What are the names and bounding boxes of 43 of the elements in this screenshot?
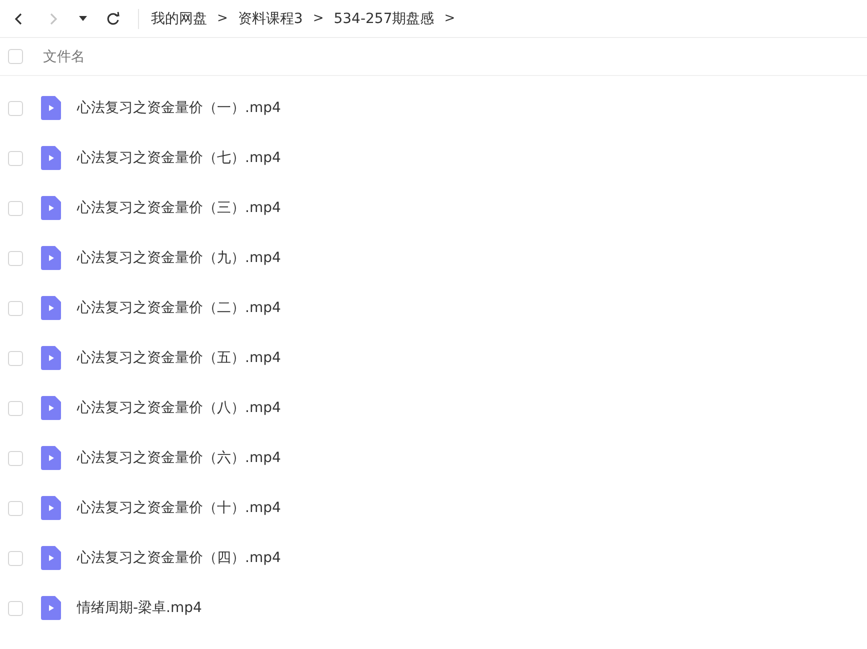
file-name[interactable]: 心法复习之资金量价（七）.mp4	[77, 149, 281, 167]
refresh-icon	[105, 10, 121, 26]
checkbox[interactable]	[8, 400, 23, 416]
video-file-icon	[41, 196, 61, 220]
column-title: 文件名	[43, 48, 85, 66]
file-name[interactable]: 心法复习之资金量价（三）.mp4	[77, 199, 281, 217]
video-file-icon	[41, 296, 61, 320]
checkbox[interactable]	[8, 300, 23, 316]
file-name[interactable]: 心法复习之资金量价（九）.mp4	[77, 249, 281, 267]
checkbox[interactable]	[8, 600, 23, 616]
video-file-icon	[41, 446, 61, 470]
checkbox[interactable]	[8, 350, 23, 366]
breadcrumb-separator: >	[444, 11, 456, 26]
video-file-icon	[41, 496, 61, 520]
checkbox[interactable]	[8, 100, 23, 116]
file-name[interactable]: 心法复习之资金量价（一）.mp4	[77, 99, 281, 117]
video-file-icon	[41, 146, 61, 170]
checkbox[interactable]	[8, 250, 23, 266]
breadcrumb-link[interactable]: 资料课程3	[238, 10, 303, 28]
file-name[interactable]: 情绪周期-梁卓.mp4	[77, 599, 202, 617]
video-file-icon	[41, 596, 61, 620]
video-file-icon	[41, 396, 61, 420]
video-file-icon	[41, 246, 61, 270]
checkbox[interactable]	[8, 150, 23, 166]
file-name[interactable]: 心法复习之资金量价（五）.mp4	[77, 349, 281, 367]
video-file-icon	[41, 546, 61, 570]
checkbox[interactable]	[8, 450, 23, 466]
breadcrumb-link[interactable]: 534-257期盘感	[334, 10, 434, 28]
breadcrumb-separator: >	[312, 11, 324, 26]
video-file-icon	[41, 346, 61, 370]
video-file-icon	[41, 96, 61, 120]
breadcrumb-link[interactable]: 我的网盘	[151, 10, 207, 28]
file-name[interactable]: 心法复习之资金量价（六）.mp4	[77, 449, 281, 467]
file-name[interactable]: 心法复习之资金量价（八）.mp4	[77, 399, 281, 417]
file-name[interactable]: 心法复习之资金量价（十）.mp4	[77, 499, 281, 517]
file-name[interactable]: 心法复习之资金量价（二）.mp4	[77, 299, 281, 317]
checkbox[interactable]	[8, 500, 23, 516]
checkbox[interactable]	[8, 200, 23, 216]
checkbox[interactable]	[8, 550, 23, 566]
file-name[interactable]: 心法复习之资金量价（四）.mp4	[77, 549, 281, 567]
caret-icon	[79, 16, 87, 21]
breadcrumb-separator: >	[217, 11, 228, 26]
select-all-checkbox[interactable]	[8, 49, 23, 64]
